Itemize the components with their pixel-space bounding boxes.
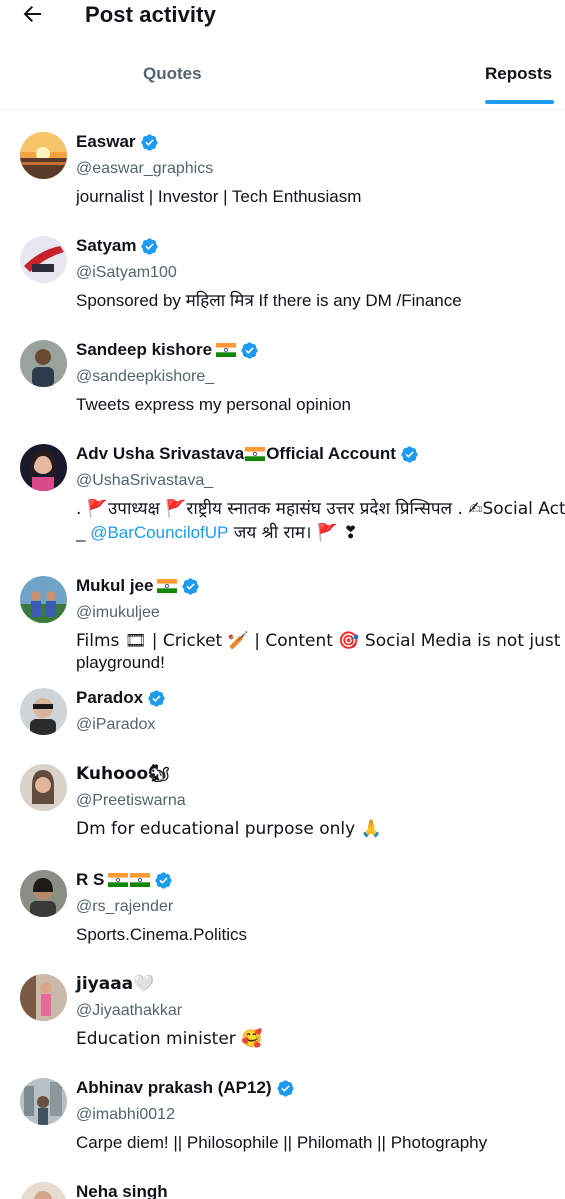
list-item[interactable]: Abhinav prakash (AP12) @imabhi0012 Carpe… — [0, 1070, 565, 1166]
display-name: Easwar — [76, 132, 136, 151]
page-title: Post activity — [85, 2, 216, 27]
display-name-suffix: Official Account — [266, 444, 396, 463]
verified-badge-icon — [154, 871, 173, 890]
display-name: Adv Usha Srivastava — [76, 444, 245, 463]
list-item[interactable]: Kuhooo🐿 @Preetiswarna Dm for educational… — [0, 756, 565, 856]
top-bar: Post activity — [0, 0, 565, 36]
list-item[interactable]: Sandeep kishore @sandeepkishore_ Tweets … — [0, 328, 565, 424]
avatar[interactable] — [20, 576, 67, 623]
user-bio: Carpe diem! || Philosophile || Philomath… — [76, 1133, 488, 1152]
display-name: Satyam — [76, 236, 137, 255]
user-handle: @Preetiswarna — [76, 792, 186, 809]
user-bio: journalist | Investor | Tech Enthusiasm — [76, 187, 362, 206]
user-bio-line-2: playground! — [76, 653, 165, 672]
user-bio-line-2: _ @BarCouncilofUP जय श्री राम। 🚩 ❣ — [76, 523, 358, 543]
india-flag-icon — [157, 579, 177, 593]
avatar[interactable] — [20, 870, 67, 917]
user-bio: Tweets express my personal opinion — [76, 395, 351, 414]
verified-badge-icon — [400, 445, 419, 464]
display-name: Sandeep kishore — [76, 340, 213, 359]
avatar[interactable] — [20, 764, 67, 811]
tab-bar: Quotes Reposts — [0, 52, 565, 110]
avatar[interactable] — [20, 1182, 67, 1199]
user-handle: @rs_rajender — [76, 898, 174, 915]
avatar[interactable] — [20, 688, 67, 735]
display-name: Abhinav prakash (AP12) — [76, 1078, 272, 1097]
display-name: R S — [76, 870, 105, 889]
verified-badge-icon — [181, 577, 200, 596]
display-name: Neha singh — [76, 1182, 168, 1199]
user-bio-line-1: Films 🎞 | Cricket 🏏 | Content 🎯 Social M… — [76, 631, 565, 651]
user-handle: @sandeepkishore_ — [76, 368, 215, 385]
verified-badge-icon — [147, 689, 166, 708]
verified-badge-icon — [140, 237, 159, 256]
user-handle: @UshaSrivastava_ — [76, 472, 214, 489]
verified-badge-icon — [140, 133, 159, 152]
display-name: Kuhooo🐿 — [76, 764, 170, 784]
tab-quotes[interactable]: Quotes — [143, 64, 202, 84]
avatar[interactable] — [20, 132, 67, 179]
list-item[interactable]: Paradox @iParadox — [0, 682, 565, 756]
avatar[interactable] — [20, 236, 67, 283]
user-handle: @easwar_graphics — [76, 160, 214, 177]
display-name: jiyaaa🤍 — [76, 974, 155, 994]
user-bio: Education minister 🥰 — [76, 1029, 263, 1049]
india-flag-icon — [245, 447, 265, 461]
user-handle: @Jiyaathakkar — [76, 1002, 183, 1019]
tab-reposts[interactable]: Reposts — [485, 64, 552, 84]
user-bio: Sports.Cinema.Politics — [76, 925, 248, 944]
list-item[interactable]: Mukul jee @imukuljee Films 🎞 | Cricket 🏏… — [0, 564, 565, 684]
india-flag-icon — [216, 343, 236, 357]
user-bio-line-1: . 🚩उपाध्यक्ष 🚩राष्ट्रीय स्नातक महासंघ उत… — [76, 499, 565, 519]
list-item[interactable]: Easwar @easwar_graphics journalist | Inv… — [0, 120, 565, 216]
list-item[interactable]: Neha singh — [0, 1174, 565, 1199]
mention-link[interactable]: @BarCouncilofUP — [90, 523, 228, 542]
avatar[interactable] — [20, 444, 67, 491]
india-flag-icon — [130, 873, 150, 887]
verified-badge-icon — [276, 1079, 295, 1098]
user-handle: @iSatyam100 — [76, 264, 177, 281]
india-flag-icon — [108, 873, 128, 887]
user-bio: Sponsored by महिला मित्र If there is any… — [76, 291, 462, 310]
list-item[interactable]: Adv Usha Srivastava Official Account @Us… — [0, 432, 565, 556]
user-bio: Dm for educational purpose only 🙏 — [76, 819, 382, 839]
display-name: Paradox — [76, 688, 144, 707]
user-handle: @imukuljee — [76, 604, 160, 621]
verified-badge-icon — [240, 341, 259, 360]
list-item[interactable]: Satyam @iSatyam100 Sponsored by महिला मि… — [0, 224, 565, 320]
list-item[interactable]: R S @rs_rajender Sports.Cinema.Politics — [0, 862, 565, 958]
display-name: Mukul jee — [76, 576, 154, 595]
active-tab-indicator — [485, 100, 554, 104]
user-handle: @imabhi0012 — [76, 1106, 175, 1123]
avatar[interactable] — [20, 974, 67, 1021]
user-handle: @iParadox — [76, 716, 156, 733]
list-item[interactable]: jiyaaa🤍 @Jiyaathakkar Education minister… — [0, 966, 565, 1062]
avatar[interactable] — [20, 340, 67, 387]
back-arrow-icon[interactable] — [20, 2, 44, 26]
avatar[interactable] — [20, 1078, 67, 1125]
